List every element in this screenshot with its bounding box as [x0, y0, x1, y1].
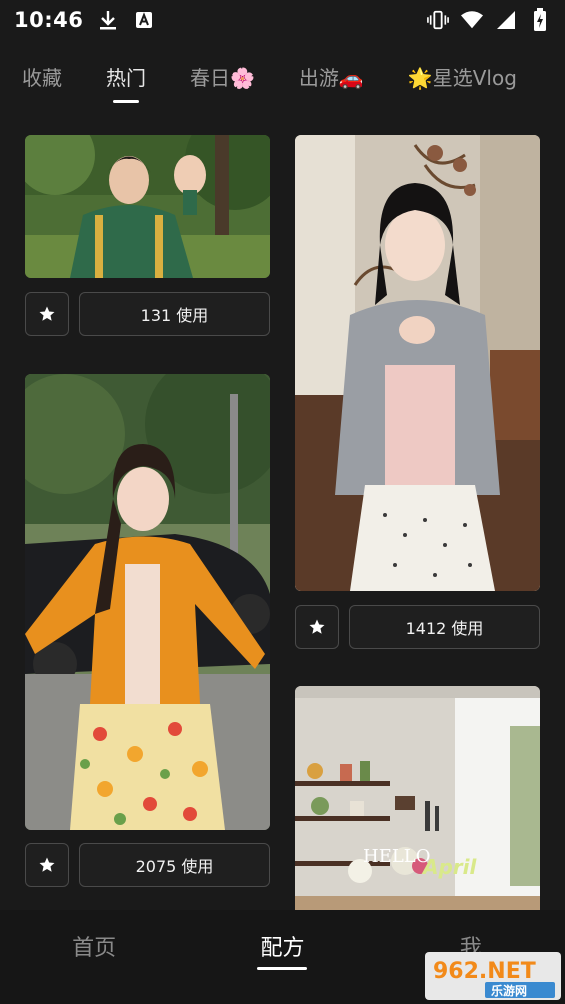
star-icon	[39, 857, 55, 872]
template-thumbnail[interactable]	[295, 135, 540, 591]
svg-text:HELLO: HELLO	[363, 846, 431, 867]
use-template-button[interactable]: 2075 使用	[79, 843, 270, 887]
nav-home[interactable]: 首页	[0, 910, 188, 1004]
favorite-button[interactable]	[295, 605, 339, 649]
use-template-button[interactable]: 1412 使用	[349, 605, 540, 649]
tab-hot[interactable]: 热门	[106, 56, 146, 103]
template-thumbnail[interactable]	[25, 374, 270, 830]
status-time: 10:46	[14, 8, 84, 32]
nav-active-indicator	[257, 967, 308, 970]
template-grid: 131 使用 1412 使用 2075 使用 HELLO April	[0, 124, 565, 910]
template-thumbnail[interactable]	[25, 135, 270, 278]
card-actions: 131 使用	[25, 292, 270, 336]
vibrate-icon	[427, 9, 449, 31]
template-thumbnail[interactable]: HELLO April	[295, 686, 540, 910]
font-a-icon	[133, 9, 155, 31]
wifi-icon	[461, 9, 483, 31]
card-actions: 2075 使用	[25, 843, 270, 887]
card-actions: 1412 使用	[295, 605, 540, 649]
download-icon	[97, 9, 119, 31]
use-template-button[interactable]: 131 使用	[79, 292, 270, 336]
watermark-logo: 962.NET 乐游网	[425, 952, 561, 1000]
category-tabs: 收藏 热门 春日🌸 出游🚗 🌟星选Vlog	[0, 56, 565, 108]
status-bar: 10:46	[0, 0, 565, 40]
tab-outing[interactable]: 出游🚗	[299, 56, 364, 100]
tab-active-indicator	[113, 100, 139, 103]
tab-spring[interactable]: 春日🌸	[190, 56, 255, 100]
battery-charging-icon	[529, 8, 551, 31]
signal-icon	[495, 9, 517, 31]
star-icon	[309, 619, 325, 634]
star-icon	[39, 306, 55, 321]
tab-favorites[interactable]: 收藏	[22, 56, 62, 100]
nav-recipes[interactable]: 配方	[188, 910, 376, 1004]
tab-star-vlog[interactable]: 🌟星选Vlog	[408, 56, 517, 100]
svg-text:962.NET: 962.NET	[433, 959, 536, 984]
svg-text:April: April	[421, 855, 478, 879]
favorite-button[interactable]	[25, 292, 69, 336]
favorite-button[interactable]	[25, 843, 69, 887]
svg-text:乐游网: 乐游网	[491, 983, 527, 998]
